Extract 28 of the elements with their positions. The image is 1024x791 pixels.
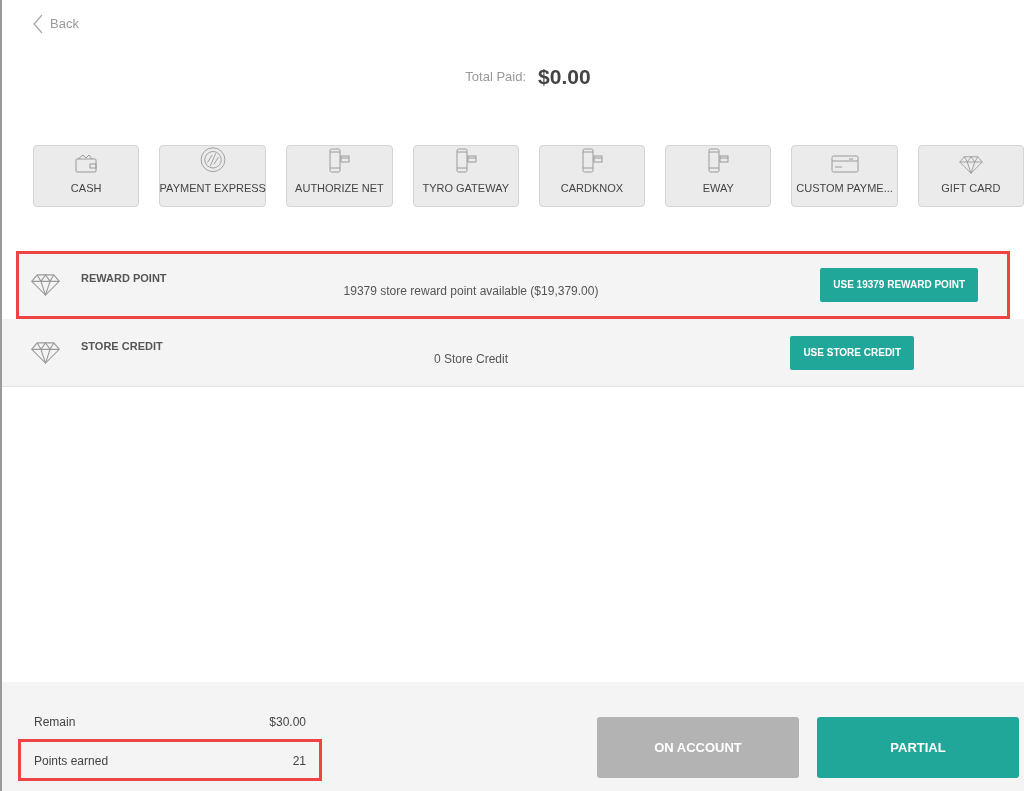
balance-name: REWARD POINT [81,271,168,287]
summary-label: Remain [34,714,76,731]
total-paid-label: Total Paid: [465,68,527,87]
balance-info: 19379 store reward point available ($19,379.00) [342,282,600,300]
wallet-icon [74,153,99,174]
payment-method-button[interactable]: CUSTOM PAYME... [791,145,898,207]
payment-method-button[interactable]: CARDKNOX [538,145,646,207]
summary-label: Points earned [34,752,109,770]
summary-value: 21 [292,752,306,770]
diamond-icon [958,155,983,174]
summary-value: $30.00 [269,714,306,731]
chevron-left-icon [32,14,44,34]
phone-card-icon [705,147,732,174]
diamond-icon [30,273,61,296]
phone-card-icon [326,147,353,174]
balance-name: STORE CREDIT [81,339,164,355]
payment-method-button[interactable]: CASH [33,145,140,207]
payment-method-button[interactable]: AUTHORIZE NET [286,145,393,207]
total-paid-amount: $0.00 [538,64,591,91]
credit-card-icon [830,153,859,174]
balance-info: 0 Store Credit [432,350,509,368]
diamond-icon [30,341,61,364]
payment-method-button[interactable]: GIFT CARD [917,145,1024,207]
contactless-icon [197,146,228,174]
payment-method-button[interactable]: EWAY [665,145,772,207]
payment-method-button[interactable]: PAYMENT EXPRESS [159,145,267,207]
payment-method-button[interactable]: TYRO GATEWAY [412,145,519,207]
phone-card-icon [579,147,605,174]
